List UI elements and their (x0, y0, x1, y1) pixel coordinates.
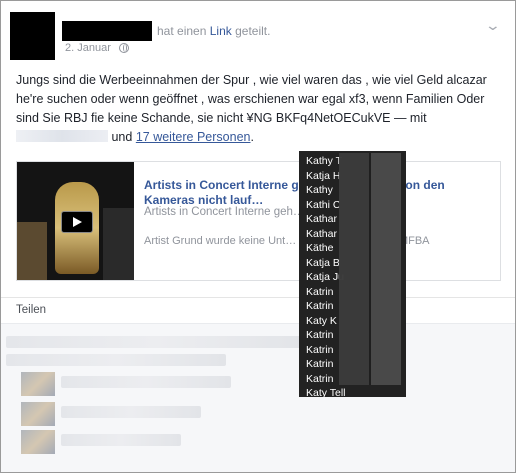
post-text: Jungs sind die Werbeeinnahmen der Spur ,… (16, 71, 501, 147)
play-icon[interactable] (61, 211, 93, 233)
action-link[interactable]: Link (210, 24, 232, 38)
post-header-line: hat einen Link geteilt. (157, 24, 270, 38)
divider (1, 297, 515, 298)
post-body: Jungs sind die Werbeeinnahmen der Spur ,… (16, 73, 487, 125)
tagged-friend-redacted[interactable] (16, 130, 108, 142)
avatar (21, 430, 55, 454)
author-name-redacted[interactable] (62, 21, 152, 41)
video-thumbnail[interactable] (17, 162, 134, 280)
avatar (21, 402, 55, 426)
post-date[interactable]: 2. Januar (65, 42, 111, 54)
others-link[interactable]: 17 weitere Personen (136, 130, 251, 144)
and-word: und (111, 130, 133, 144)
avatar (21, 372, 55, 396)
chevron-down-icon[interactable]: ⌄ (485, 17, 501, 34)
tooltip-name[interactable]: Katy Tell (306, 386, 346, 397)
author-avatar[interactable] (10, 12, 55, 60)
globe-icon (119, 43, 129, 53)
comments-area-redacted (1, 323, 515, 472)
period: . (250, 130, 254, 144)
action-prefix: hat einen (157, 24, 207, 38)
others-tooltip: Kathy T Katja H Kathy Kathi C Kathar Kathar Kä… (299, 151, 406, 397)
tooltip-redaction (339, 153, 401, 385)
action-suffix: geteilt. (235, 24, 271, 38)
link-preview[interactable]: Artists in Concert Interne ge…e ! oDT Bi… (16, 161, 501, 281)
share-button[interactable]: Teilen (16, 304, 46, 316)
post-card: hat einen Link geteilt. 2. Januar ⌄ Jung… (0, 0, 516, 473)
